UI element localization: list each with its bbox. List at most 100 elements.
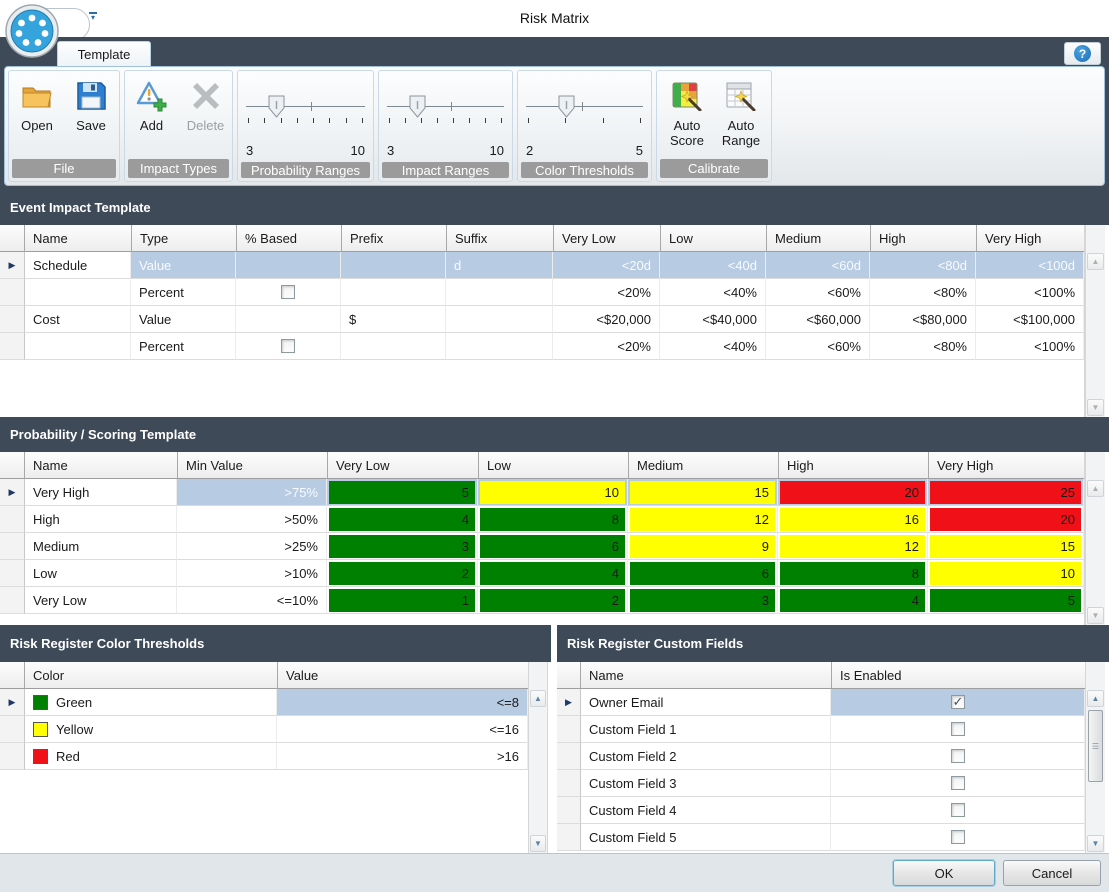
suffix-cell[interactable]: d [446, 252, 553, 279]
type-cell[interactable]: Value [131, 306, 236, 333]
row-selector[interactable] [0, 587, 25, 614]
score-block[interactable]: 4 [480, 562, 625, 585]
score-cell[interactable]: 20 [778, 479, 928, 506]
range-value-cell[interactable]: <$20,000 [553, 306, 660, 333]
score-cell[interactable]: 15 [628, 479, 778, 506]
prefix-cell[interactable] [341, 333, 446, 360]
row-selector[interactable] [0, 560, 25, 587]
score-block[interactable]: 2 [480, 589, 625, 612]
impact-types-group-label[interactable]: Impact Types [128, 159, 229, 178]
row-selector[interactable] [0, 506, 25, 533]
delete-button[interactable]: Delete [181, 76, 231, 157]
scroll-up-icon[interactable]: ▲ [1087, 480, 1104, 497]
score-cell[interactable]: 5 [327, 479, 478, 506]
row-selector[interactable]: ▶ [557, 689, 581, 716]
file-group-label[interactable]: File [12, 159, 116, 178]
pct-based-cell[interactable] [236, 306, 341, 333]
min-value-cell[interactable]: >75% [177, 479, 327, 506]
score-block[interactable]: 15 [930, 535, 1081, 558]
name-cell[interactable]: Custom Field 5 [581, 824, 831, 851]
range-value-cell[interactable]: <20% [553, 333, 660, 360]
name-cell[interactable]: Very Low [25, 587, 177, 614]
checkbox[interactable] [951, 722, 965, 736]
probability-ranges-slider[interactable]: 3 10 [246, 82, 365, 160]
color-cell[interactable]: Green [25, 689, 277, 716]
value-cell[interactable]: <=8 [277, 689, 528, 716]
pct-based-cell[interactable] [236, 252, 341, 279]
value-cell[interactable]: >16 [277, 743, 528, 770]
range-value-cell[interactable]: <100d [976, 252, 1084, 279]
score-cell[interactable]: 16 [778, 506, 928, 533]
name-cell[interactable] [25, 333, 131, 360]
min-value-cell[interactable]: <=10% [177, 587, 327, 614]
column-header[interactable]: High [778, 452, 928, 479]
column-header[interactable]: Very Low [327, 452, 478, 479]
score-cell[interactable]: 2 [327, 560, 478, 587]
scroll-down-icon[interactable]: ▼ [1087, 607, 1104, 624]
column-header[interactable]: High [870, 225, 976, 252]
score-cell[interactable]: 4 [327, 506, 478, 533]
score-block[interactable]: 1 [329, 589, 475, 612]
range-value-cell[interactable]: <60% [766, 333, 870, 360]
prefix-cell[interactable] [341, 252, 446, 279]
score-block[interactable]: 20 [780, 481, 925, 504]
cancel-button[interactable]: Cancel [1003, 860, 1101, 886]
value-cell[interactable]: <=16 [277, 716, 528, 743]
score-cell[interactable]: 15 [928, 533, 1084, 560]
impact-ranges-group-label[interactable]: Impact Ranges [382, 162, 509, 178]
suffix-cell[interactable] [446, 306, 553, 333]
checkbox[interactable] [281, 339, 295, 353]
score-block[interactable]: 3 [329, 535, 475, 558]
ok-button[interactable]: OK [893, 860, 995, 886]
column-header[interactable]: Very Low [553, 225, 660, 252]
score-block[interactable]: 6 [480, 535, 625, 558]
score-block[interactable]: 10 [930, 562, 1081, 585]
range-value-cell[interactable]: <60% [766, 279, 870, 306]
row-selector[interactable] [0, 716, 25, 743]
name-cell[interactable]: Custom Field 2 [581, 743, 831, 770]
slider-thumb[interactable] [558, 95, 575, 118]
column-header[interactable]: Name [25, 452, 177, 479]
event-impact-scrollbar[interactable]: ▲ ▼ [1085, 225, 1105, 417]
range-value-cell[interactable]: <40% [660, 333, 766, 360]
score-block[interactable]: 12 [630, 508, 775, 531]
score-block[interactable]: 15 [630, 481, 775, 504]
score-cell[interactable]: 6 [628, 560, 778, 587]
row-selector[interactable] [557, 824, 581, 851]
range-value-cell[interactable]: <60d [766, 252, 870, 279]
probability-ranges-group-label[interactable]: Probability Ranges [241, 162, 370, 178]
score-block[interactable]: 4 [780, 589, 925, 612]
column-header[interactable]: Color [25, 662, 277, 689]
name-cell[interactable]: Low [25, 560, 177, 587]
name-cell[interactable]: Very High [25, 479, 177, 506]
prefix-cell[interactable] [341, 279, 446, 306]
add-button[interactable]: Add [127, 76, 177, 157]
open-button[interactable]: Open [12, 76, 62, 157]
score-cell[interactable]: 3 [628, 587, 778, 614]
score-cell[interactable]: 10 [478, 479, 628, 506]
help-button[interactable]: ? [1064, 42, 1101, 65]
min-value-cell[interactable]: >50% [177, 506, 327, 533]
is-enabled-cell[interactable] [831, 716, 1085, 743]
color-cell[interactable]: Yellow [25, 716, 277, 743]
type-cell[interactable]: Value [131, 252, 236, 279]
suffix-cell[interactable] [446, 279, 553, 306]
column-header[interactable]: Low [660, 225, 766, 252]
is-enabled-cell[interactable] [831, 770, 1085, 797]
row-selector[interactable]: ▶ [0, 479, 25, 506]
scroll-up-icon[interactable]: ▲ [1087, 253, 1104, 270]
row-selector[interactable]: ▶ [0, 252, 25, 279]
score-cell[interactable]: 1 [327, 587, 478, 614]
score-block[interactable]: 9 [630, 535, 775, 558]
scrollbar-thumb[interactable]: ☰ [1088, 710, 1103, 782]
column-header[interactable]: Medium [766, 225, 870, 252]
name-cell[interactable]: Custom Field 1 [581, 716, 831, 743]
probability-scrollbar[interactable]: ▲ ▼ [1085, 452, 1105, 625]
row-selector[interactable] [557, 743, 581, 770]
column-header[interactable]: % Based [236, 225, 341, 252]
name-cell[interactable]: Schedule [25, 252, 131, 279]
name-cell[interactable]: High [25, 506, 177, 533]
score-cell[interactable]: 8 [478, 506, 628, 533]
range-value-cell[interactable]: <$60,000 [766, 306, 870, 333]
score-block[interactable]: 4 [329, 508, 475, 531]
